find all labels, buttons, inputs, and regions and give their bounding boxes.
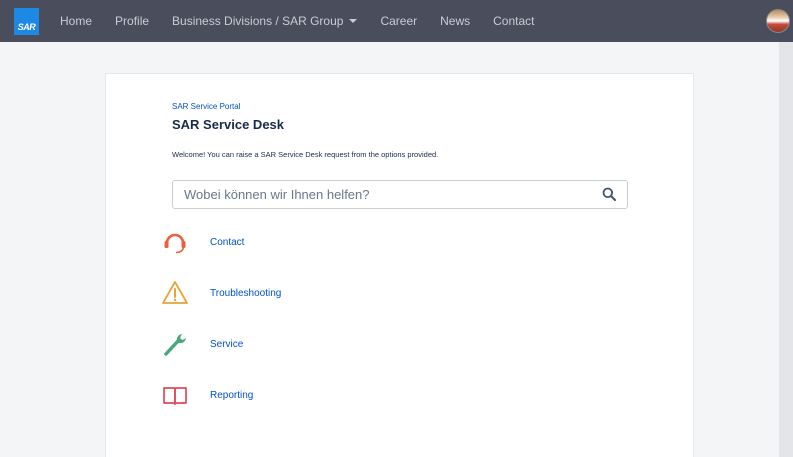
avatar[interactable] [766,9,790,33]
search-icon[interactable] [602,187,616,201]
option-contact-label: Contact [210,236,245,248]
welcome-text: Welcome! You can raise a SAR Service Des… [172,150,439,159]
nav-home-label: Home [60,14,93,28]
option-reporting-label: Reporting [210,389,254,401]
option-contact[interactable]: Contact [161,227,244,257]
wrench-icon [161,330,189,358]
breadcrumb[interactable]: SAR Service Portal [172,102,240,111]
headset-icon [161,228,189,256]
warning-icon [161,279,189,307]
nav-career[interactable]: Career [380,14,417,28]
search-input[interactable] [172,180,628,209]
nav-business-divisions[interactable]: Business Divisions / SAR Group [172,14,358,28]
service-desk-card: SAR Service Portal SAR Service Desk Welc… [105,73,694,457]
nav-business-divisions-label: Business Divisions / SAR Group [172,14,344,28]
option-troubleshooting[interactable]: Troubleshooting [161,278,281,308]
page-title: SAR Service Desk [172,117,285,132]
option-reporting[interactable]: Reporting [161,380,253,410]
nav-contact-label: Contact [493,14,535,28]
nav-home[interactable]: Home [60,14,92,28]
nav-career-label: Career [380,14,418,28]
nav-profile-label: Profile [115,14,150,28]
option-service-label: Service [210,338,244,350]
nav-profile[interactable]: Profile [115,14,149,28]
top-navigation-bar: SAR Home Profile Business Divisions / SA… [0,0,793,42]
page-scrollbar-track[interactable] [779,42,793,457]
sar-logo[interactable]: SAR [14,8,39,35]
nav-news-label: News [440,14,471,28]
option-service[interactable]: Service [161,329,243,359]
nav-contact[interactable]: Contact [493,14,534,28]
book-icon [161,381,189,409]
option-troubleshooting-label: Troubleshooting [210,287,282,299]
caret-down-icon [349,19,358,23]
logo-text: SAR [17,22,36,32]
nav-news[interactable]: News [440,14,470,28]
main-nav: Home Profile Business Divisions / SAR Gr… [60,0,558,42]
